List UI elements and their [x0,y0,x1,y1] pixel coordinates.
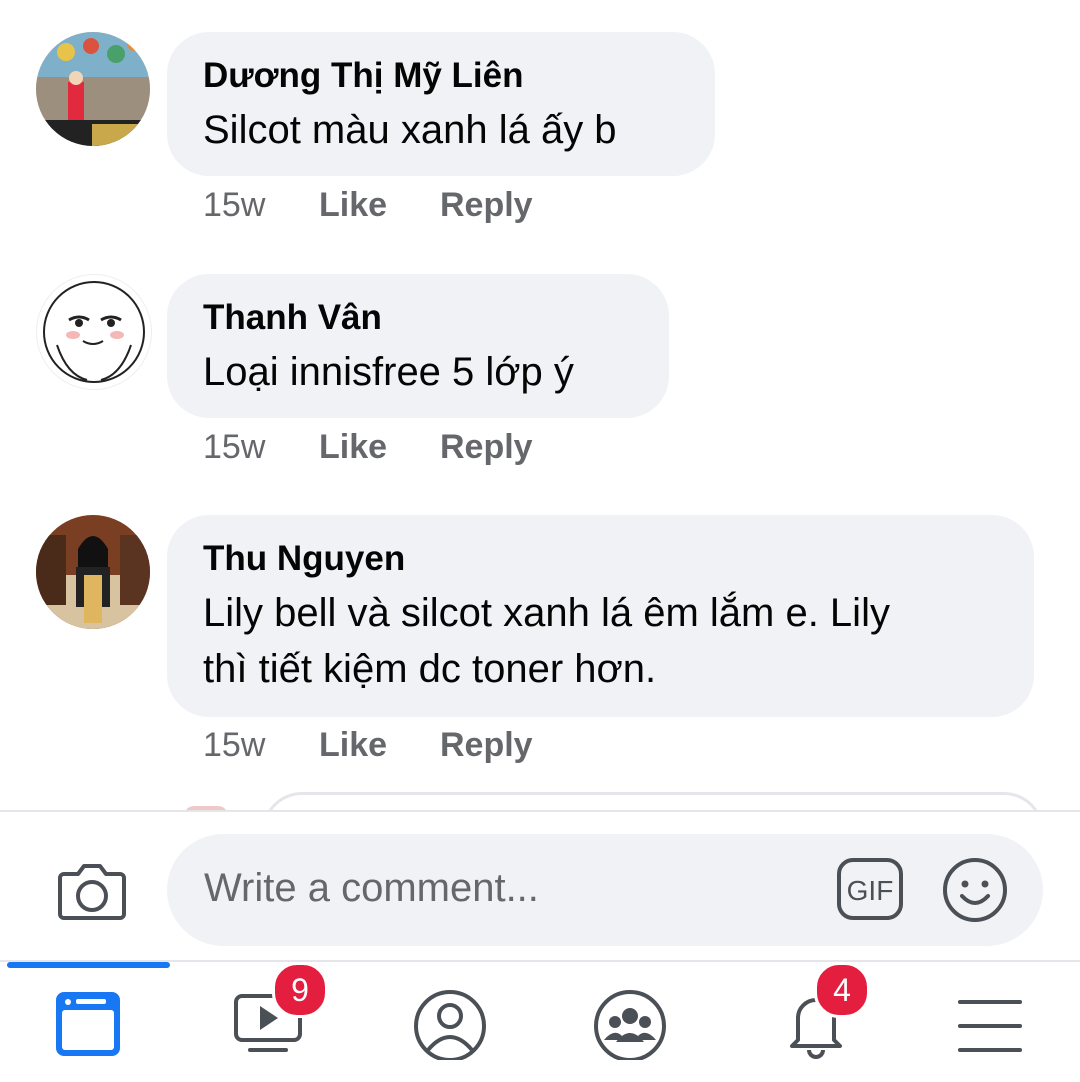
comment-bubble[interactable]: Thanh Vân Loại innisfree 5 lớp ý [167,274,669,418]
comment-author[interactable]: Thanh Vân [203,296,633,340]
like-button[interactable]: Like [319,186,440,225]
gif-label: GIF [847,875,894,906]
comment-actions: 15w Like Reply [203,428,533,467]
comment-time[interactable]: 15w [203,186,319,225]
comment-actions: 15w Like Reply [203,726,533,765]
comment-bubble[interactable]: Dương Thị Mỹ Liên Silcot màu xanh lá ấy … [167,32,715,176]
gif-button[interactable]: GIF [837,858,903,920]
comment-author[interactable]: Dương Thị Mỹ Liên [203,54,679,98]
like-button[interactable]: Like [319,726,440,765]
comment-text: Lily bell và silcot xanh lá êm lắm e. Li… [203,585,998,697]
comment-time[interactable]: 15w [203,428,319,467]
comment-input[interactable]: Write a comment... GIF [167,834,1043,946]
tab-news-feed[interactable] [50,980,150,1070]
avatar[interactable] [36,515,150,629]
news-feed-icon [56,992,120,1056]
avatar[interactable] [36,32,150,146]
comment-input-placeholder: Write a comment... [204,866,539,910]
reply-button[interactable]: Reply [440,726,533,765]
camera-icon[interactable] [54,852,130,928]
profile-icon [414,990,486,1060]
reply-button[interactable]: Reply [440,428,533,467]
comment-text: Silcot màu xanh lá ấy b [203,108,617,152]
comment-text-line: Lily bell và silcot xanh lá êm lắm e. Li… [203,591,890,635]
comment-time[interactable]: 15w [203,726,319,765]
comment-composer: Write a comment... GIF [0,810,1080,962]
comment-text: Loại innisfree 5 lớp ý [203,350,574,394]
comment-author[interactable]: Thu Nguyen [203,537,998,581]
bottom-tab-bar: 9 4 [0,960,1080,1082]
watch-badge: 9 [272,962,328,1018]
comment-actions: 15w Like Reply [203,186,533,225]
comment-bubble[interactable]: Thu Nguyen Lily bell và silcot xanh lá ê… [167,515,1034,717]
reply-button[interactable]: Reply [440,186,533,225]
notifications-badge: 4 [814,962,870,1018]
avatar[interactable] [36,274,152,390]
menu-icon [958,1000,1022,1052]
tab-groups[interactable] [590,980,690,1070]
groups-icon [594,990,666,1060]
tab-profile[interactable] [410,980,510,1070]
active-tab-indicator [7,962,170,968]
tab-notifications[interactable]: 4 [776,962,876,1070]
emoji-icon[interactable] [941,856,1009,924]
comment-text-line: thì tiết kiệm dc toner hơn. [203,647,657,691]
like-button[interactable]: Like [319,428,440,467]
tab-watch[interactable]: 9 [230,962,330,1070]
tab-menu[interactable] [950,980,1050,1070]
